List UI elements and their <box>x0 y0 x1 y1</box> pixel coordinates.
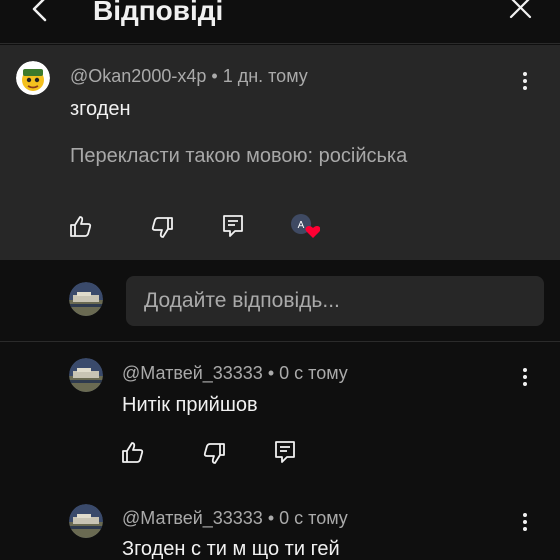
heart-icon <box>305 226 321 238</box>
translate-link[interactable]: Перекласти такою мовою: російська <box>70 145 407 168</box>
creator-avatar-icon: A <box>291 214 321 238</box>
meta-separator: • <box>211 66 223 86</box>
comment-author[interactable]: @Матвей_33333 <box>122 363 263 383</box>
thumbs-up-icon[interactable] <box>69 215 93 239</box>
creator-initial: A <box>298 220 305 231</box>
meta-separator: • <box>267 508 280 528</box>
header: Відповіді <box>0 0 560 44</box>
close-icon[interactable] <box>506 0 534 24</box>
comment-time: 1 дн. тому <box>222 66 308 86</box>
chevron-left-icon[interactable] <box>28 0 52 26</box>
comment-time: 0 с тому <box>279 363 348 383</box>
comment-text: згоден <box>70 98 131 120</box>
reply-comment-icon[interactable] <box>273 440 297 464</box>
comment-time: 0 с тому <box>279 508 348 528</box>
comment-meta: @Матвей_33333 • 0 с тому <box>122 508 348 529</box>
comment-meta: @Матвей_33333 • 0 с тому <box>122 363 348 384</box>
thumbs-up-icon[interactable] <box>121 441 145 465</box>
creator-heart-badge: A <box>290 213 321 239</box>
reply-compose-row <box>0 260 560 342</box>
avatar[interactable] <box>69 358 103 392</box>
avatar[interactable] <box>16 61 50 95</box>
thumbs-down-icon[interactable] <box>150 215 174 239</box>
reply-comment-icon[interactable] <box>221 214 245 238</box>
comment-author[interactable]: @Okan2000-x4p <box>70 66 206 86</box>
page-title: Відповіді <box>93 0 224 26</box>
parent-comment: @Okan2000-x4p • 1 дн. тому згоден Перекл… <box>0 45 560 260</box>
comment-meta: @Okan2000-x4p • 1 дн. тому <box>70 66 308 87</box>
avatar[interactable] <box>69 504 103 538</box>
thumbs-down-icon[interactable] <box>202 441 226 465</box>
more-vert-icon[interactable] <box>521 368 529 390</box>
more-vert-icon[interactable] <box>521 72 529 94</box>
comment-text: Згоден с ти м що ти гей <box>122 538 340 560</box>
user-avatar <box>69 282 103 316</box>
reply-input[interactable] <box>126 276 544 326</box>
comment-text: Нитік прийшов <box>122 394 258 416</box>
comment-author[interactable]: @Матвей_33333 <box>122 508 263 528</box>
meta-separator: • <box>267 363 280 383</box>
more-vert-icon[interactable] <box>521 513 529 535</box>
